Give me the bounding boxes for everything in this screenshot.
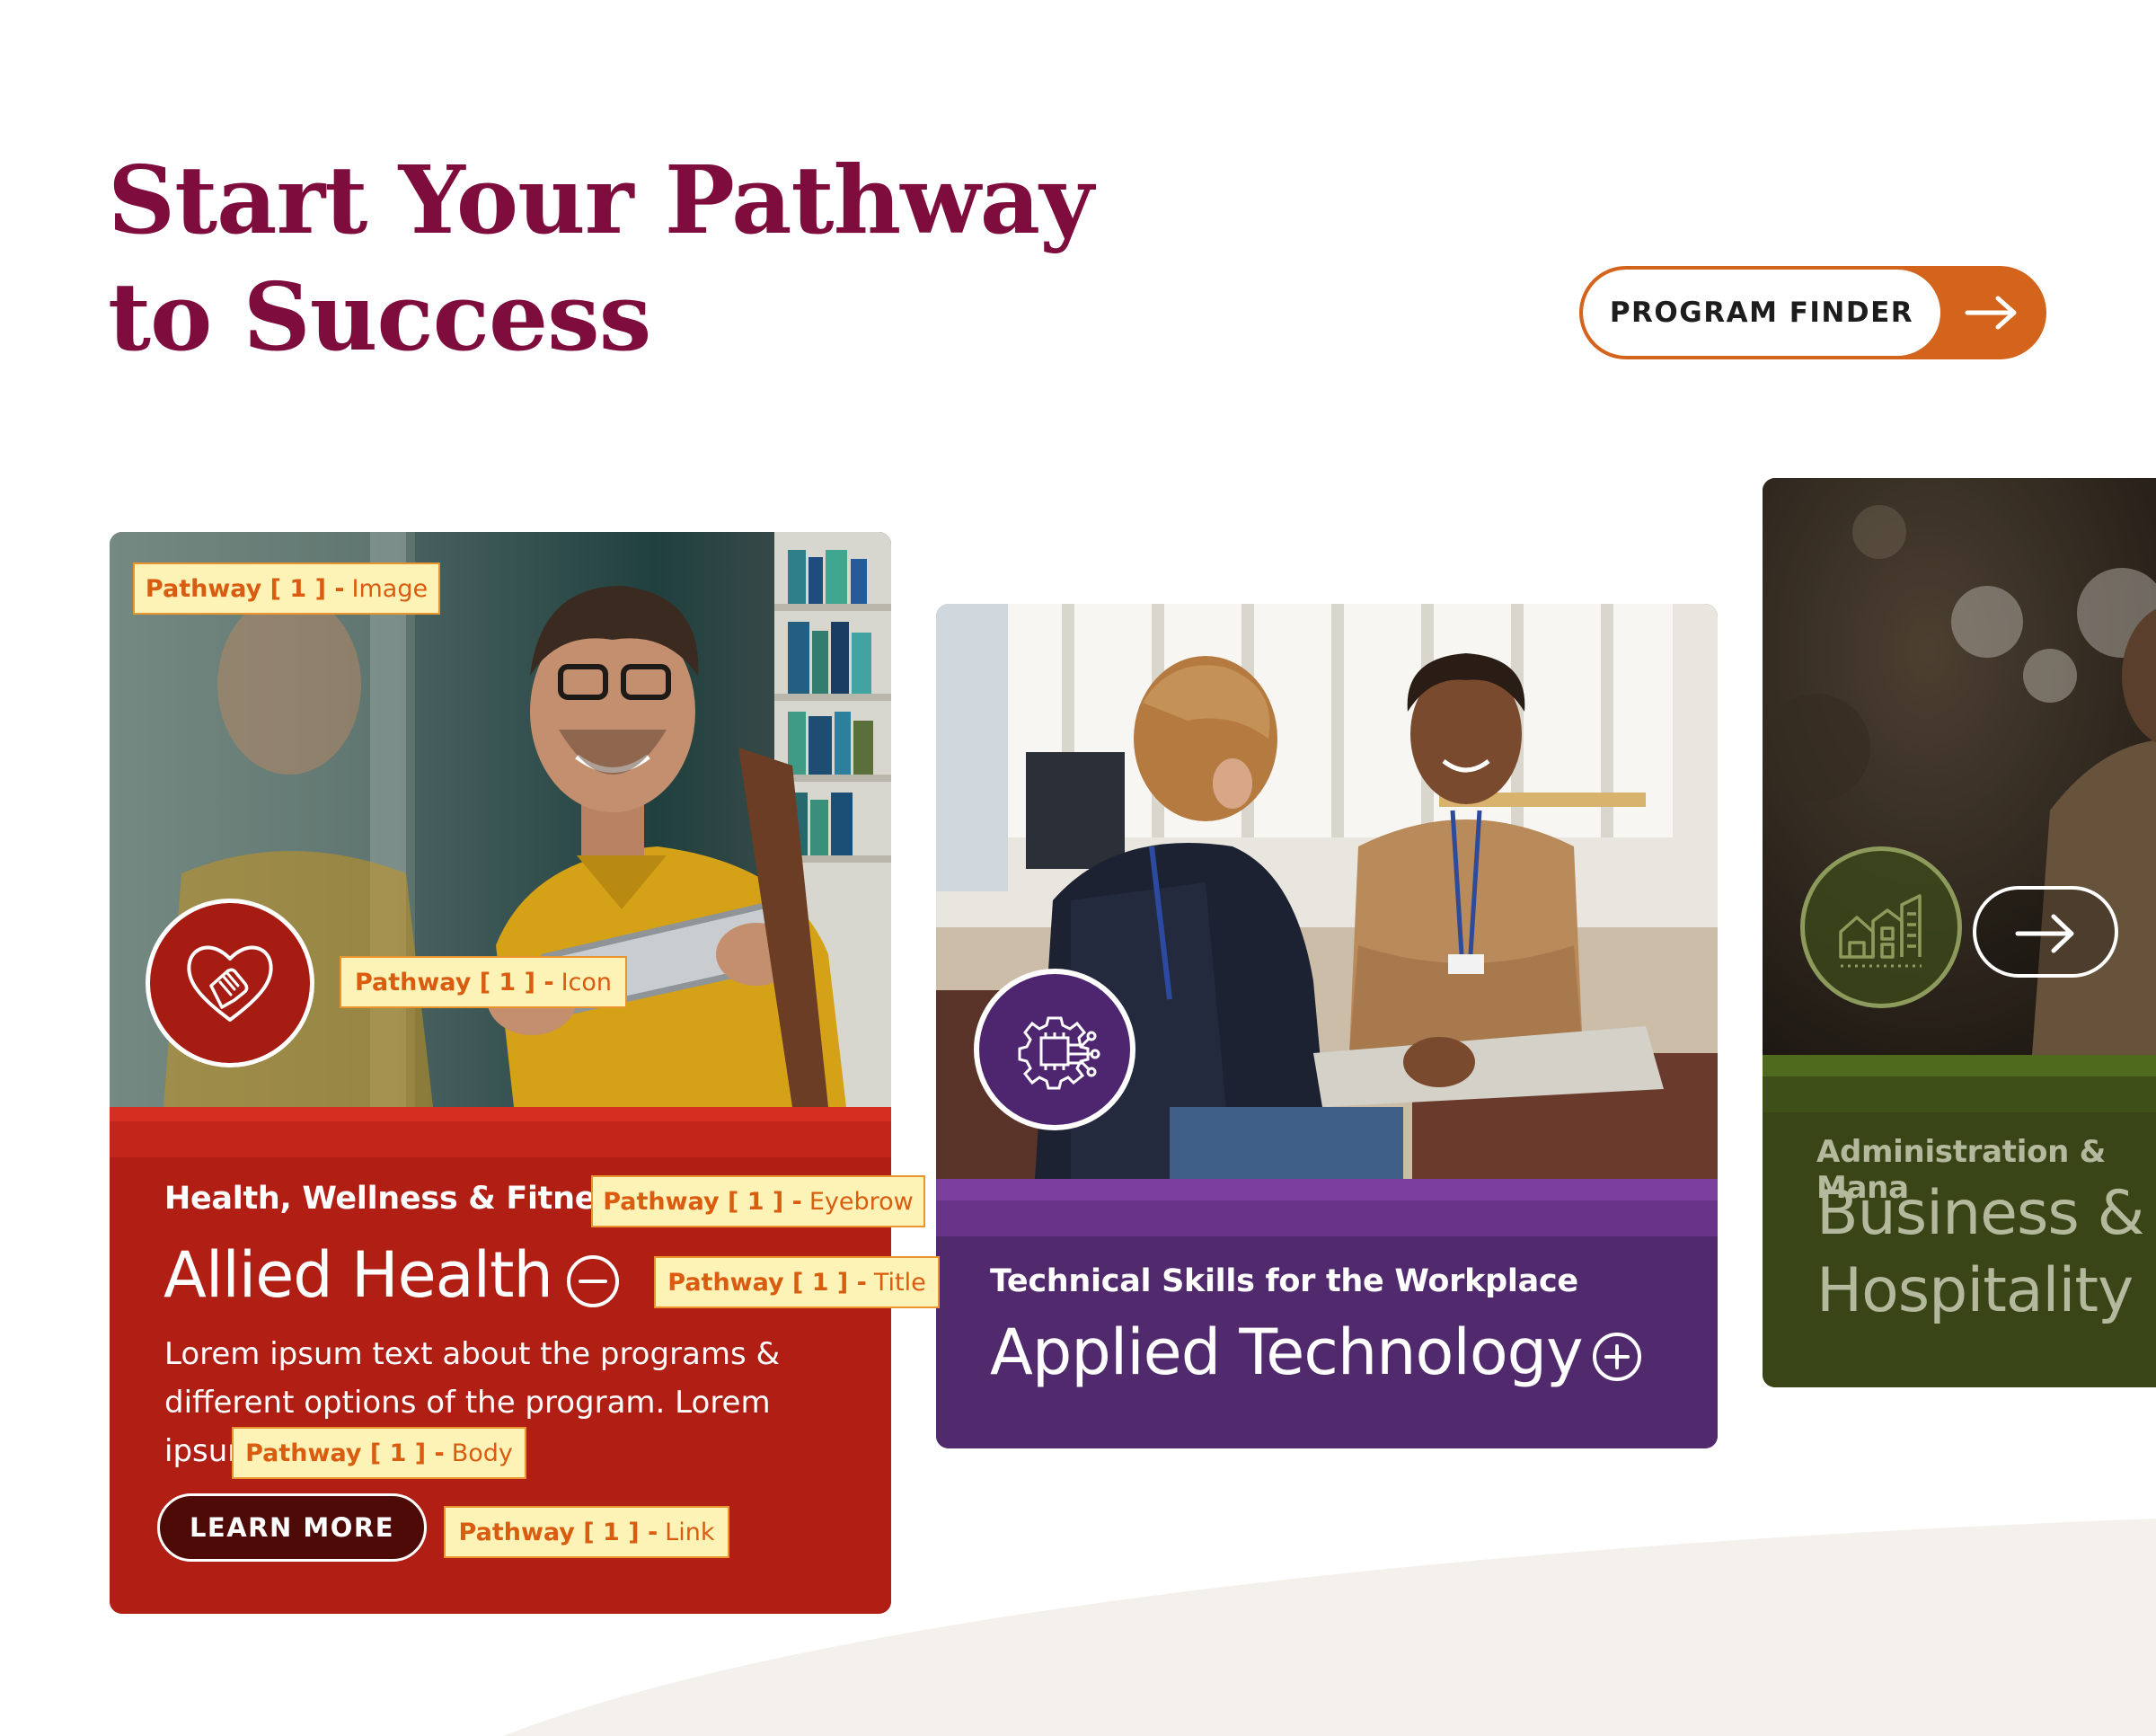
plus-circle-icon[interactable] [1590,1330,1644,1384]
annotation-eyebrow: Pathway [ 1 ] - Eyebrow [591,1175,925,1227]
heart-hand-icon [146,899,314,1067]
annotation-label: Body [451,1439,513,1467]
annotation-prefix: Pathway [ 1 ] - [145,574,345,603]
pathway-eyebrow: Technical Skills for the Workplace [990,1263,1578,1299]
pathway-title: Allied Health [163,1238,553,1312]
pathway-eyebrow: Health, Wellness & Fitness [164,1181,633,1217]
pathway-title: Business & Hospitality [1816,1175,2144,1330]
annotation-image: Pathway [ 1 ] - Image [133,562,440,615]
annotation-prefix: Pathway [ 1 ] - [458,1518,658,1546]
annotation-prefix: Pathway [ 1 ] - [354,968,554,996]
card-accent-stripe [936,1179,1718,1200]
program-finder-button[interactable]: PROGRAM FINDER [1579,266,2046,359]
learn-more-button[interactable]: LEARN MORE [157,1493,427,1562]
annotation-label: Title [873,1268,926,1297]
pathway-title: Applied Technology [990,1315,1584,1389]
program-finder-label: PROGRAM FINDER [1583,270,1940,356]
next-pathway-button[interactable] [1973,886,2118,978]
annotation-prefix: Pathway [ 1 ] - [245,1439,445,1467]
annotation-icon: Pathway [ 1 ] - Icon [340,956,627,1008]
card-accent-band [936,1200,1718,1236]
card-accent-stripe [1763,1055,2156,1076]
circuit-chip-icon [974,969,1135,1130]
minus-circle-icon[interactable] [566,1254,620,1308]
annotation-label: Image [351,574,429,603]
card-accent-stripe [110,1107,891,1121]
pathway-title-line-1: Business & [1816,1178,2144,1249]
pathway-card-applied-technology[interactable]: Technical Skills for the Workplace Appli… [936,604,1718,1448]
card-accent-band [1763,1076,2156,1112]
annotation-label: Link [665,1518,715,1546]
card-accent-band [110,1121,891,1157]
annotation-link: Pathway [ 1 ] - Link [444,1506,729,1558]
annotation-title: Pathway [ 1 ] - Title [654,1256,940,1308]
arrow-right-icon [2015,914,2074,953]
arrow-right-icon [1965,296,2017,330]
pathway-title-line-2: Hospitality [1816,1255,2134,1326]
annotation-label: Eyebrow [808,1187,914,1216]
page-title: Start Your Pathway to Success [108,142,1094,376]
annotation-label: Icon [561,968,613,996]
page-title-line-2: to Success [108,261,651,372]
annotation-prefix: Pathway [ 1 ] - [603,1187,802,1216]
page-title-line-1: Start Your Pathway [108,145,1094,255]
buildings-icon [1800,846,1962,1008]
annotation-body: Pathway [ 1 ] - Body [232,1427,526,1479]
annotation-prefix: Pathway [ 1 ] - [667,1268,867,1297]
